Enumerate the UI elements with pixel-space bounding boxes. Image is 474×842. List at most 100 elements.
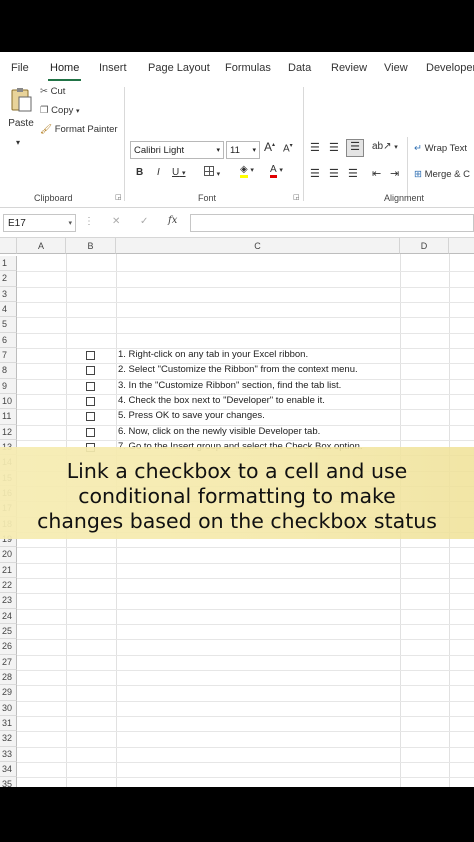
active-tab-indicator: [48, 79, 81, 81]
row-header[interactable]: 31: [0, 715, 17, 732]
tab-review[interactable]: Review: [331, 62, 367, 74]
column-header-d[interactable]: D: [400, 238, 449, 254]
row-header[interactable]: 25: [0, 623, 17, 640]
row-header[interactable]: 11: [0, 409, 17, 425]
align-bottom-icon[interactable]: ☰: [346, 139, 364, 157]
name-box[interactable]: E17 ▾: [3, 214, 76, 232]
paste-label: Paste: [8, 118, 34, 129]
font-family-select[interactable]: Calibri Light ▾: [130, 141, 224, 159]
row-header[interactable]: 10: [0, 393, 17, 410]
shrink-font-button[interactable]: A▾: [283, 142, 293, 154]
cancel-icon[interactable]: ✕: [112, 216, 120, 227]
format-painter-button[interactable]: 🖌 Format Painter: [40, 124, 118, 135]
tab-file[interactable]: File: [11, 62, 29, 74]
gridline: [17, 731, 474, 733]
checkbox[interactable]: [86, 366, 95, 376]
row-header[interactable]: 12: [0, 424, 17, 440]
row-header[interactable]: 20: [0, 547, 17, 563]
column-header-a[interactable]: A: [17, 238, 66, 254]
formula-input[interactable]: [190, 214, 474, 232]
row-header[interactable]: 28: [0, 669, 17, 686]
checkbox[interactable]: [86, 412, 95, 422]
enter-icon[interactable]: ✓: [140, 216, 148, 227]
row-header[interactable]: 3: [0, 286, 17, 302]
row-header[interactable]: 23: [0, 593, 17, 609]
checkbox[interactable]: [86, 350, 95, 360]
grow-font-button[interactable]: A▴: [264, 140, 275, 154]
dialog-launcher-icon[interactable]: ◲: [115, 193, 122, 201]
underline-button[interactable]: U ▾: [172, 167, 186, 178]
row-header[interactable]: 9: [0, 378, 17, 394]
paste-dropdown-icon[interactable]: ▾: [16, 138, 20, 147]
row-header[interactable]: 2: [0, 271, 17, 287]
overlay-line-3: changes based on the checkbox status: [37, 509, 437, 533]
increase-indent-icon[interactable]: ⇥: [390, 167, 399, 180]
column-header-e[interactable]: [449, 238, 474, 254]
copy-button[interactable]: ❐ Copy ▾: [40, 105, 80, 116]
row-header[interactable]: 4: [0, 301, 17, 318]
row-header[interactable]: 24: [0, 608, 17, 624]
fill-color-button[interactable]: ◈ ▾: [240, 164, 254, 178]
gridline: [17, 746, 474, 748]
orientation-icon[interactable]: ab↗ ▾: [372, 141, 398, 152]
step-text: 3. In the "Customize Ribbon" section, fi…: [118, 379, 342, 391]
italic-button[interactable]: I: [157, 167, 160, 178]
align-left-icon[interactable]: ☰: [310, 167, 320, 180]
font-family-value: Calibri Light: [134, 145, 185, 156]
gridline: [17, 286, 474, 288]
row-header[interactable]: 1: [0, 256, 17, 272]
row-header[interactable]: 6: [0, 332, 17, 348]
tab-home[interactable]: Home: [50, 62, 79, 74]
align-right-icon[interactable]: ☰: [348, 167, 358, 180]
borders-button[interactable]: ▾: [204, 166, 220, 179]
align-top-icon[interactable]: ☰: [310, 141, 320, 154]
select-all-corner[interactable]: [0, 238, 17, 254]
row-header[interactable]: 5: [0, 317, 17, 333]
row-header[interactable]: 26: [0, 639, 17, 655]
row-header[interactable]: 27: [0, 654, 17, 670]
tab-developer[interactable]: Developer: [426, 62, 474, 74]
gridline: [17, 577, 474, 579]
row-header[interactable]: 29: [0, 685, 17, 701]
align-middle-icon[interactable]: ☰: [329, 141, 339, 154]
tab-data[interactable]: Data: [288, 62, 311, 74]
gridline: [17, 562, 474, 564]
tab-view[interactable]: View: [384, 62, 408, 74]
dialog-launcher-icon[interactable]: ◲: [293, 193, 300, 201]
merge-center-button[interactable]: ⊞ Merge & C: [414, 169, 470, 180]
checkbox[interactable]: [86, 396, 95, 406]
gridline: [17, 547, 474, 549]
row-header[interactable]: 35: [0, 777, 17, 787]
cut-button[interactable]: ✂ Cut: [40, 86, 65, 97]
row-header[interactable]: 21: [0, 562, 17, 578]
shrink-font-label: A: [283, 143, 290, 155]
checkbox[interactable]: [86, 381, 95, 391]
step-text: 6. Now, click on the newly visible Devel…: [118, 425, 321, 437]
chevron-down-icon: ▾: [252, 147, 256, 154]
tab-insert[interactable]: Insert: [99, 62, 127, 74]
align-center-icon[interactable]: ☰: [329, 167, 339, 180]
row-header[interactable]: 33: [0, 746, 17, 762]
font-color-button[interactable]: A ▾: [270, 164, 283, 178]
row-header[interactable]: 32: [0, 731, 17, 747]
column-header-b[interactable]: B: [66, 238, 116, 254]
decrease-indent-icon[interactable]: ⇤: [372, 167, 381, 180]
row-header[interactable]: 30: [0, 700, 17, 716]
row-header[interactable]: 34: [0, 761, 17, 778]
row-header[interactable]: 8: [0, 363, 17, 379]
row-header[interactable]: 7: [0, 347, 17, 364]
column-header-c[interactable]: C: [116, 238, 400, 254]
tab-formulas[interactable]: Formulas: [225, 62, 271, 74]
font-size-select[interactable]: 11 ▾: [226, 141, 260, 159]
wrap-text-button[interactable]: ↵ Wrap Text: [414, 143, 467, 154]
checkbox[interactable]: [86, 427, 95, 437]
chevron-down-icon: ▾: [279, 167, 283, 174]
clipboard-group-label: Clipboard: [34, 193, 73, 203]
tab-page-layout[interactable]: Page Layout: [148, 62, 210, 74]
insert-function-icon[interactable]: fx: [168, 215, 177, 226]
paste-button[interactable]: Paste: [8, 87, 34, 129]
bold-button[interactable]: B: [136, 167, 143, 178]
gridline: [17, 301, 474, 303]
formula-bar: E17 ▾ ⋮ ✕ ✓ fx: [0, 210, 474, 238]
row-header[interactable]: 22: [0, 577, 17, 594]
